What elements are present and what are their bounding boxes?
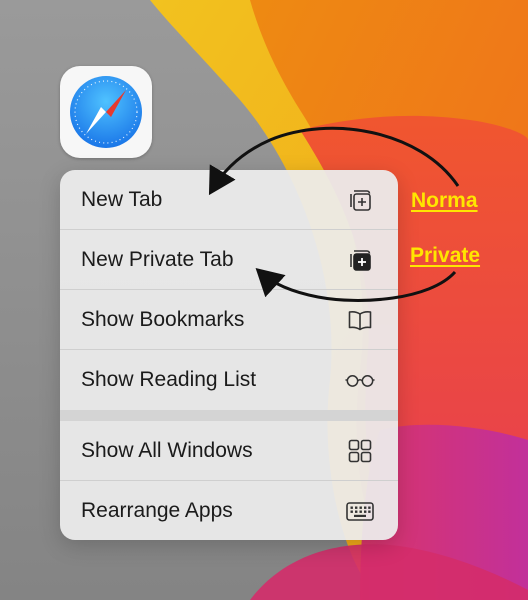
grid-icon — [345, 436, 375, 466]
menu-item-label: New Private Tab — [81, 247, 234, 271]
menu-item-new-private-tab[interactable]: New Private Tab — [60, 230, 398, 290]
menu-item-show-bookmarks[interactable]: Show Bookmarks — [60, 290, 398, 350]
menu-item-label: Show Bookmarks — [81, 307, 245, 331]
safari-app-icon[interactable] — [60, 66, 152, 158]
keyboard-icon — [345, 496, 375, 526]
menu-item-label: New Tab — [81, 187, 163, 211]
menu-item-rearrange-apps[interactable]: Rearrange Apps — [60, 481, 398, 540]
menu-item-label: Rearrange Apps — [81, 499, 233, 522]
new-tab-icon — [345, 185, 375, 215]
menu-item-show-all-windows[interactable]: Show All Windows — [60, 421, 398, 481]
menu-item-new-tab[interactable]: New Tab — [60, 170, 398, 230]
menu-item-label: Show Reading List — [81, 368, 257, 391]
annotation-normal-label: Norma — [411, 189, 478, 212]
book-icon — [345, 305, 375, 335]
new-private-tab-icon — [345, 245, 375, 275]
context-menu: New Tab New Private Tab Show Bookmarks S… — [60, 170, 398, 540]
glasses-icon — [345, 365, 375, 395]
annotation-private-label: Private — [410, 244, 481, 267]
menu-section-separator — [60, 410, 398, 421]
menu-item-label: Show All Windows — [81, 438, 253, 462]
menu-item-show-reading-list[interactable]: Show Reading List — [60, 350, 398, 410]
compass-icon — [70, 76, 142, 148]
